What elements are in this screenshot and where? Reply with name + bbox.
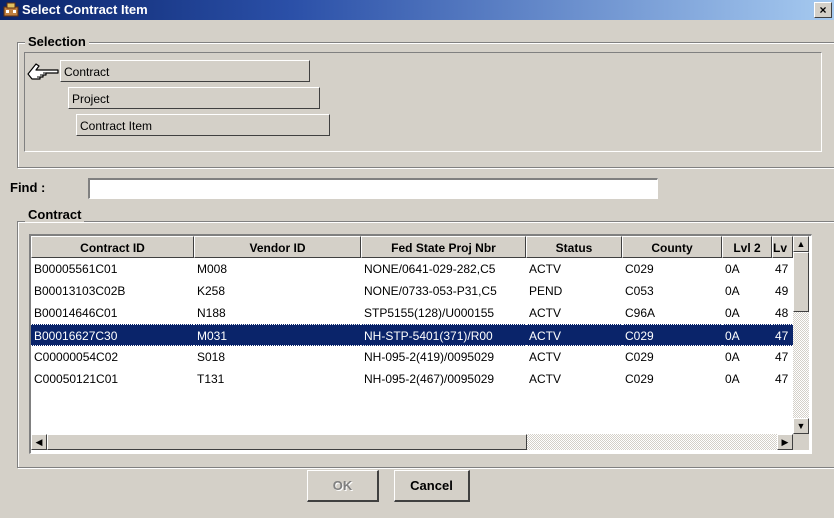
selection-group-label: Selection bbox=[25, 34, 89, 49]
cell-lvl-3: 48 bbox=[775, 306, 789, 320]
cell-county: C029 bbox=[625, 262, 654, 276]
cell-status: ACTV bbox=[529, 350, 562, 364]
cell-contract-id: C00050121C01 bbox=[34, 372, 119, 386]
cell-status: PEND bbox=[529, 284, 563, 298]
scroll-right-arrow-icon[interactable]: ▶ bbox=[777, 434, 793, 450]
column-header-vendor-id[interactable]: Vendor ID bbox=[194, 236, 361, 258]
cell-county: C029 bbox=[625, 372, 654, 386]
horizontal-scroll-thumb[interactable] bbox=[47, 434, 527, 450]
table-row[interactable]: B00016627C30 M031 NH-STP-5401(371)/R00 ACTV… bbox=[31, 324, 793, 346]
scrollbar-corner bbox=[793, 434, 809, 450]
tier-contract-item[interactable]: Contract Item bbox=[76, 114, 330, 136]
scroll-up-arrow-icon[interactable]: ▲ bbox=[793, 236, 809, 252]
cell-lvl-3: 47 bbox=[775, 350, 789, 364]
cell-county: C029 bbox=[625, 350, 654, 364]
cell-lvl-3: 47 bbox=[772, 324, 793, 346]
cell-vendor-id: N188 bbox=[197, 306, 226, 320]
tier-project[interactable]: Project bbox=[68, 87, 320, 109]
cell-fed-state-proj-nbr: NH-095-2(467)/0095029 bbox=[364, 372, 495, 386]
table-row[interactable]: C00050121C01 T131 NH-095-2(467)/0095029 ACT… bbox=[31, 368, 793, 390]
cell-status: ACTV bbox=[529, 306, 562, 320]
horizontal-scrollbar[interactable]: ◀ ▶ bbox=[31, 434, 793, 450]
column-header-lvl-3[interactable]: Lv bbox=[772, 236, 793, 258]
cell-fed-state-proj-nbr: NONE/0733-053-P31,C5 bbox=[364, 284, 497, 298]
cell-county: C053 bbox=[625, 284, 654, 298]
cell-county: C029 bbox=[622, 324, 722, 346]
vertical-scroll-thumb[interactable] bbox=[793, 252, 809, 312]
scroll-down-arrow-icon[interactable]: ▼ bbox=[793, 418, 809, 434]
cell-lvl-3: 47 bbox=[775, 372, 789, 386]
table-row[interactable]: B00013103C02B K258 NONE/0733-053-P31,C5 PEN… bbox=[31, 280, 793, 302]
cell-contract-id: C00000054C02 bbox=[34, 350, 119, 364]
cell-lvl-3: 49 bbox=[775, 284, 789, 298]
table-row[interactable]: C00000054C02 S018 NH-095-2(419)/0095029 ACT… bbox=[31, 346, 793, 368]
cell-vendor-id: S018 bbox=[197, 350, 226, 364]
column-header-status[interactable]: Status bbox=[526, 236, 622, 258]
find-label: Find : bbox=[10, 180, 46, 195]
cell-vendor-id: T131 bbox=[197, 372, 225, 386]
cell-lvl-2: 0A bbox=[725, 350, 740, 364]
cell-contract-id: B00014646C01 bbox=[34, 306, 118, 320]
close-button[interactable]: × bbox=[814, 2, 832, 18]
cell-vendor-id: M008 bbox=[197, 262, 228, 276]
column-header-contract-id[interactable]: Contract ID bbox=[31, 236, 194, 258]
cell-status: ACTV bbox=[529, 262, 562, 276]
cell-lvl-3: 47 bbox=[775, 262, 789, 276]
cell-vendor-id: M031 bbox=[194, 324, 361, 346]
cell-lvl-2: 0A bbox=[725, 306, 740, 320]
contract-table: Contract ID Vendor ID Fed State Proj Nbr… bbox=[29, 234, 812, 454]
cell-lvl-2: 0A bbox=[725, 372, 740, 386]
table-header-row: Contract ID Vendor ID Fed State Proj Nbr… bbox=[31, 236, 793, 258]
cell-contract-id: B00013103C02B bbox=[34, 284, 126, 298]
cell-lvl-2: 0A bbox=[725, 262, 740, 276]
cell-lvl-2: 0A bbox=[722, 324, 772, 346]
tier-contract[interactable]: Contract bbox=[60, 60, 310, 82]
ok-button[interactable]: OK bbox=[307, 470, 379, 502]
contract-group-label: Contract bbox=[25, 207, 85, 222]
find-input[interactable] bbox=[88, 178, 658, 199]
hand-pointer-icon bbox=[27, 63, 59, 80]
column-header-lvl-2[interactable]: Lvl 2 bbox=[722, 236, 772, 258]
cell-status: ACTV bbox=[526, 324, 622, 346]
table-row[interactable]: B00005561C01 M008 NONE/0641-029-282,C5 ACTV… bbox=[31, 258, 793, 280]
cell-county: C96A bbox=[625, 306, 656, 320]
column-header-county[interactable]: County bbox=[622, 236, 722, 258]
table-row[interactable]: B00014646C01 N188 STP5155(128)/U000155 ACTV… bbox=[31, 302, 793, 324]
cell-contract-id: B00005561C01 bbox=[34, 262, 118, 276]
cell-vendor-id: K258 bbox=[197, 284, 226, 298]
title-bar: Select Contract Item × bbox=[0, 0, 834, 20]
cell-lvl-2: 0A bbox=[725, 284, 740, 298]
cell-fed-state-proj-nbr: NH-095-2(419)/0095029 bbox=[364, 350, 495, 364]
column-header-fed-state-proj-nbr[interactable]: Fed State Proj Nbr bbox=[361, 236, 526, 258]
cancel-button[interactable]: Cancel bbox=[394, 470, 470, 502]
window-title: Select Contract Item bbox=[22, 2, 148, 17]
cell-fed-state-proj-nbr: STP5155(128)/U000155 bbox=[364, 306, 495, 320]
cell-fed-state-proj-nbr: NONE/0641-029-282,C5 bbox=[364, 262, 496, 276]
vertical-scrollbar[interactable]: ▲ ▼ bbox=[793, 236, 809, 434]
cell-fed-state-proj-nbr: NH-STP-5401(371)/R00 bbox=[361, 324, 526, 346]
scroll-left-arrow-icon[interactable]: ◀ bbox=[31, 434, 47, 450]
cell-status: ACTV bbox=[529, 372, 562, 386]
cell-contract-id: B00016627C30 bbox=[31, 324, 194, 346]
app-icon bbox=[3, 2, 19, 17]
